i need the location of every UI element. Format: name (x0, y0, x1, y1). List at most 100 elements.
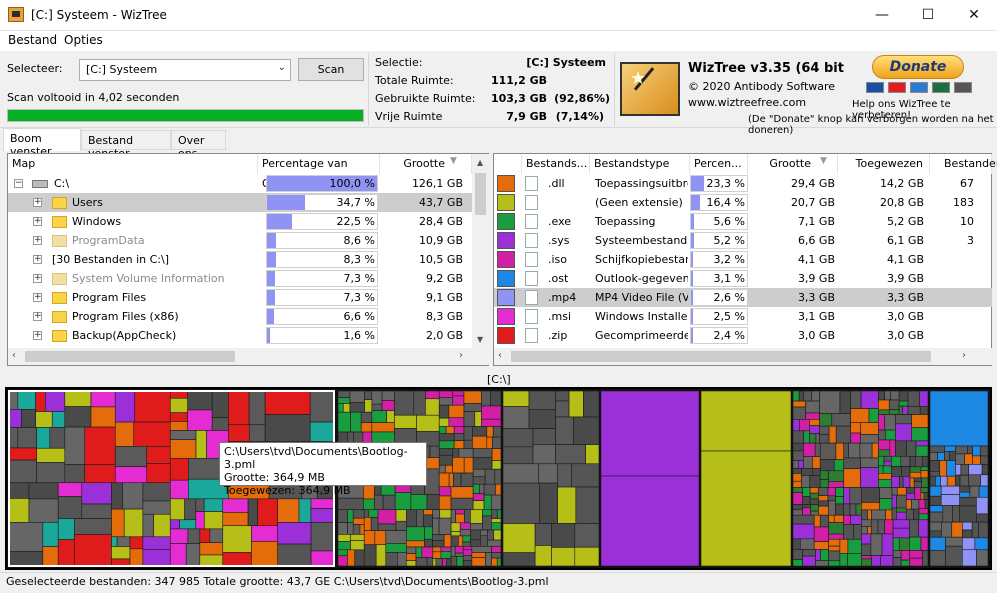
treemap-block[interactable] (929, 452, 938, 461)
treemap-block[interactable] (486, 436, 493, 449)
treemap-block[interactable] (363, 498, 375, 511)
treemap-block[interactable] (114, 421, 135, 447)
treemap-block[interactable] (843, 514, 851, 525)
treemap-block[interactable] (884, 519, 894, 535)
treemap-block[interactable] (905, 508, 914, 521)
treemap-block[interactable] (142, 482, 171, 502)
treemap-block[interactable] (935, 475, 941, 487)
treemap-block[interactable] (491, 557, 498, 567)
treemap-block[interactable] (828, 481, 845, 488)
treemap-block[interactable] (337, 397, 351, 404)
treemap-block[interactable] (914, 487, 922, 500)
treemap-block[interactable] (909, 536, 922, 551)
treemap-block[interactable] (944, 450, 950, 461)
treemap-block[interactable] (114, 466, 148, 484)
treemap-block[interactable] (251, 541, 279, 567)
treemap-block[interactable] (445, 426, 455, 434)
treemap-block[interactable] (432, 540, 445, 548)
treemap-block[interactable] (867, 526, 872, 535)
treemap-block[interactable] (898, 537, 910, 551)
treemap-block[interactable] (342, 403, 351, 413)
treemap-block[interactable] (801, 467, 814, 476)
treemap-block[interactable] (363, 517, 372, 531)
treemap-block[interactable] (460, 472, 474, 488)
file-type-row[interactable]: .exe Toepassing 5,6 % 7,1 GB 5,2 GB 10 (494, 212, 992, 231)
treemap-block[interactable] (483, 494, 492, 511)
treemap-block[interactable] (502, 463, 540, 484)
tree-row[interactable]: + [30 Bestanden in C:\] 8,3 % 10,5 GB (8, 250, 472, 269)
drive-select[interactable]: [C:] Systeem ⌄ (79, 59, 291, 81)
treemap-block[interactable] (496, 557, 502, 567)
scroll-up-icon[interactable]: ▲ (477, 158, 483, 167)
treemap-block[interactable] (900, 550, 911, 561)
treemap-block[interactable] (920, 536, 929, 551)
treemap-block[interactable] (902, 405, 909, 415)
treemap-block[interactable] (909, 455, 916, 468)
treemap-block[interactable] (310, 508, 335, 523)
treemap-block[interactable] (386, 410, 395, 423)
treemap-block[interactable] (815, 433, 820, 444)
treemap-block[interactable] (528, 390, 556, 411)
treemap-block[interactable] (199, 542, 224, 556)
treemap-block[interactable] (843, 442, 849, 459)
treemap-block[interactable] (492, 426, 502, 438)
treemap-block[interactable] (44, 390, 66, 412)
treemap-block[interactable] (929, 495, 942, 506)
tree-row[interactable]: + ProgramData 8,6 % 10,9 GB (8, 231, 472, 250)
treemap-block[interactable] (36, 462, 66, 484)
treemap-block[interactable] (976, 496, 989, 515)
treemap-block[interactable] (913, 508, 920, 521)
treemap-block[interactable] (891, 487, 898, 496)
treemap-block[interactable] (803, 456, 813, 469)
treemap-block[interactable] (169, 412, 188, 422)
treemap-block[interactable] (349, 390, 365, 403)
treemap-block[interactable] (861, 509, 868, 521)
treemap-block[interactable] (919, 406, 929, 415)
treemap-block[interactable] (861, 502, 880, 511)
treemap-block[interactable] (381, 400, 395, 411)
tree-row[interactable]: + System Volume Information 7,3 % 9,2 GB (8, 269, 472, 288)
treemap-block[interactable] (819, 479, 829, 488)
expand-icon[interactable]: + (33, 293, 42, 302)
treemap-block[interactable] (111, 508, 125, 538)
treemap-block[interactable] (921, 455, 929, 468)
treemap-block[interactable] (502, 428, 534, 448)
treemap-block[interactable] (352, 517, 365, 525)
treemap-block[interactable] (425, 398, 440, 416)
treemap-block[interactable] (905, 487, 916, 494)
treemap-block[interactable] (945, 545, 963, 567)
treemap-block[interactable] (937, 452, 945, 461)
treemap-block[interactable] (462, 545, 473, 551)
treemap-block[interactable] (803, 442, 816, 457)
treemap-block[interactable] (350, 411, 362, 433)
treemap-block[interactable] (879, 498, 893, 511)
treemap-block[interactable] (90, 390, 116, 408)
treemap-block[interactable] (861, 533, 872, 545)
treemap-block[interactable] (114, 446, 148, 468)
treemap-block[interactable] (134, 390, 171, 423)
treemap-block[interactable] (941, 521, 953, 538)
treemap-block[interactable] (146, 446, 171, 464)
treemap-block[interactable] (835, 503, 844, 516)
treemap-block[interactable] (805, 412, 820, 420)
donate-button[interactable]: Donate (872, 55, 964, 79)
treemap-block[interactable] (940, 494, 961, 506)
treemap-block[interactable] (888, 409, 900, 415)
treemap-block[interactable] (490, 390, 502, 407)
treemap-block[interactable] (459, 522, 471, 530)
treemap-block[interactable] (792, 467, 802, 474)
treemap-block[interactable] (819, 425, 830, 435)
scroll-thumb[interactable] (475, 173, 486, 215)
treemap-block[interactable] (978, 485, 989, 498)
treemap-block[interactable] (438, 426, 447, 434)
column-header-map[interactable]: Map (8, 154, 258, 174)
treemap-block[interactable] (394, 390, 415, 416)
treemap-block[interactable] (843, 468, 861, 488)
treemap-block[interactable] (363, 544, 377, 567)
treemap-block[interactable] (868, 408, 879, 424)
treemap-block[interactable] (870, 533, 883, 556)
treemap-block[interactable] (895, 423, 913, 442)
treemap-block[interactable] (394, 414, 417, 429)
treemap-block[interactable] (452, 457, 465, 474)
treemap-block[interactable] (583, 390, 600, 418)
